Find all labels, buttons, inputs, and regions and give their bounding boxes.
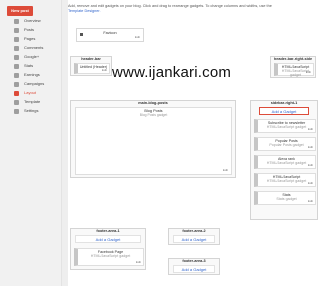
googleplus-icon bbox=[14, 55, 19, 60]
sidebar-item-earnings[interactable]: Earnings bbox=[0, 71, 62, 80]
watermark-text: www.ijankari.com bbox=[112, 64, 232, 81]
main-section-title: main-blog-posts bbox=[138, 101, 168, 105]
add-gadget-button[interactable]: Add a Gadget bbox=[259, 107, 309, 115]
new-post-button[interactable]: New post bbox=[7, 6, 33, 16]
sidebar-item-label: Stats bbox=[24, 63, 34, 68]
settings-icon bbox=[14, 109, 19, 114]
campaigns-icon bbox=[14, 82, 19, 87]
sidebar-item-comments[interactable]: Comments bbox=[0, 44, 62, 53]
sidebar-item-googleplus[interactable]: Google+ bbox=[0, 53, 62, 62]
sidebar-item-label: Overview bbox=[24, 18, 41, 23]
gadget-subscribe[interactable]: Subscribe to newsletter HTML/JavaScript … bbox=[254, 119, 316, 133]
gadget-edit-link[interactable]: Edit bbox=[136, 260, 141, 264]
header-section-title: header-bar bbox=[81, 57, 101, 61]
gadget-edit-link[interactable]: Edit bbox=[308, 199, 313, 203]
template-designer-link[interactable]: Template Designer. bbox=[68, 9, 101, 13]
sidebar-item-label: Layout bbox=[24, 90, 37, 95]
header-gadget[interactable]: Untitled (Header) Edit bbox=[74, 63, 110, 74]
layout-icon bbox=[14, 91, 19, 96]
sidebar-item-layout[interactable]: Layout bbox=[0, 89, 62, 98]
sidebar-item-label: Posts bbox=[24, 27, 35, 32]
sidebar-item-stats[interactable]: Stats bbox=[0, 62, 62, 71]
sidebar-item-settings[interactable]: Settings bbox=[0, 107, 62, 116]
main-section: main-blog-posts Blog Posts Blog Posts ga… bbox=[70, 100, 236, 178]
template-icon bbox=[14, 100, 19, 105]
blog-posts-edit-link[interactable]: Edit bbox=[223, 168, 228, 172]
blog-posts-gadget[interactable]: Blog Posts Blog Posts gadget Edit bbox=[75, 107, 232, 175]
gadget-edit-link[interactable]: Edit bbox=[308, 145, 313, 149]
favicon-gadget[interactable]: Favicon Edit bbox=[76, 28, 144, 42]
layout-intro-text: Add, remove and edit gadgets on your blo… bbox=[68, 4, 288, 14]
gadget-html-javascript[interactable]: HTML/JavaScript HTML/JavaScript gadget E… bbox=[254, 173, 316, 187]
gadget-edit-link[interactable]: Edit bbox=[308, 163, 313, 167]
header-right-section-title: header-bar-right-side bbox=[273, 57, 313, 61]
gadget-edit-link[interactable]: Edit bbox=[308, 181, 313, 185]
sidebar-item-pages[interactable]: Pages bbox=[0, 35, 62, 44]
stats-icon bbox=[14, 64, 19, 69]
footer-1-section-title: footer-area-1 bbox=[96, 229, 120, 233]
header-edit-link[interactable]: Edit bbox=[102, 68, 107, 72]
sidebar-right-section: sidebar-right-1 Add a Gadget Subscribe t… bbox=[250, 100, 318, 220]
sidebar-item-template[interactable]: Template bbox=[0, 98, 62, 107]
gadget-edit-link[interactable]: Edit bbox=[308, 127, 313, 131]
posts-icon bbox=[14, 28, 19, 33]
sidebar-item-label: Comments bbox=[24, 45, 44, 50]
pages-icon bbox=[14, 37, 19, 42]
gadget-popular-posts[interactable]: Popular Posts Popular Posts gadget Edit bbox=[254, 137, 316, 151]
footer-1-section: footer-area-1 Add a Gadget Facebook Page… bbox=[70, 228, 146, 270]
gadget-sub: Popular Posts gadget bbox=[269, 143, 304, 147]
footer-1-add-gadget-button[interactable]: Add a Gadget bbox=[75, 235, 141, 243]
sidebar-item-label: Pages bbox=[24, 36, 36, 41]
footer-3-section: footer-area-3 Add a Gadget bbox=[168, 258, 220, 275]
sidebar-item-label: Settings bbox=[24, 108, 39, 113]
footer-3-section-title: footer-area-3 bbox=[182, 259, 206, 263]
overview-icon bbox=[14, 19, 19, 24]
gadget-sub: HTML/JavaScript gadget bbox=[266, 161, 307, 165]
footer-2-section-title: footer-area-2 bbox=[182, 229, 206, 233]
footer-2-add-gadget-button[interactable]: Add a Gadget bbox=[173, 235, 215, 243]
header-right-section: header-bar-right-side HTML/JavaScript HT… bbox=[270, 56, 316, 78]
sidebar-item-overview[interactable]: Overview bbox=[0, 17, 62, 26]
sidebar-item-label: Google+ bbox=[24, 54, 40, 59]
intro-text: Add, remove and edit gadgets on your blo… bbox=[68, 4, 272, 8]
gadget-sub: Stats gadget bbox=[276, 197, 297, 201]
gadget-sub: HTML/JavaScript gadget bbox=[266, 125, 307, 129]
favicon-label: Favicon bbox=[103, 31, 117, 35]
blog-posts-gadget-sub: Blog Posts gadget bbox=[139, 113, 168, 117]
gadget-sub: HTML/JavaScript gadget bbox=[90, 254, 131, 258]
sidebar-item-campaigns[interactable]: Campaigns bbox=[0, 80, 62, 89]
gadget-stats[interactable]: Stats Stats gadget Edit bbox=[254, 191, 316, 205]
header-section: header-bar Untitled (Header) Edit bbox=[70, 56, 112, 76]
favicon-edit-link[interactable]: Edit bbox=[135, 35, 140, 39]
comments-icon bbox=[14, 46, 19, 51]
footer-2-section: footer-area-2 Add a Gadget bbox=[168, 228, 220, 245]
footer-1-facebook-gadget[interactable]: Facebook Page HTML/JavaScript gadget Edi… bbox=[74, 248, 144, 266]
footer-3-add-gadget-button[interactable]: Add a Gadget bbox=[173, 265, 215, 273]
earnings-icon bbox=[14, 73, 19, 78]
sidebar-item-posts[interactable]: Posts bbox=[0, 26, 62, 35]
sidebar-right-section-title: sidebar-right-1 bbox=[270, 101, 298, 105]
sidebar-item-label: Template bbox=[24, 99, 41, 104]
gadget-alexa-rank[interactable]: Alexa rank HTML/JavaScript gadget Edit bbox=[254, 155, 316, 169]
sidebar-item-label: Campaigns bbox=[24, 81, 45, 86]
gadget-sub: HTML/JavaScript gadget bbox=[266, 179, 307, 183]
header-right-gadget[interactable]: HTML/JavaScript HTML/JavaScript gadget E… bbox=[274, 63, 314, 77]
header-right-edit-link[interactable]: Edit bbox=[306, 70, 311, 74]
sidebar-item-label: Earnings bbox=[24, 72, 40, 77]
